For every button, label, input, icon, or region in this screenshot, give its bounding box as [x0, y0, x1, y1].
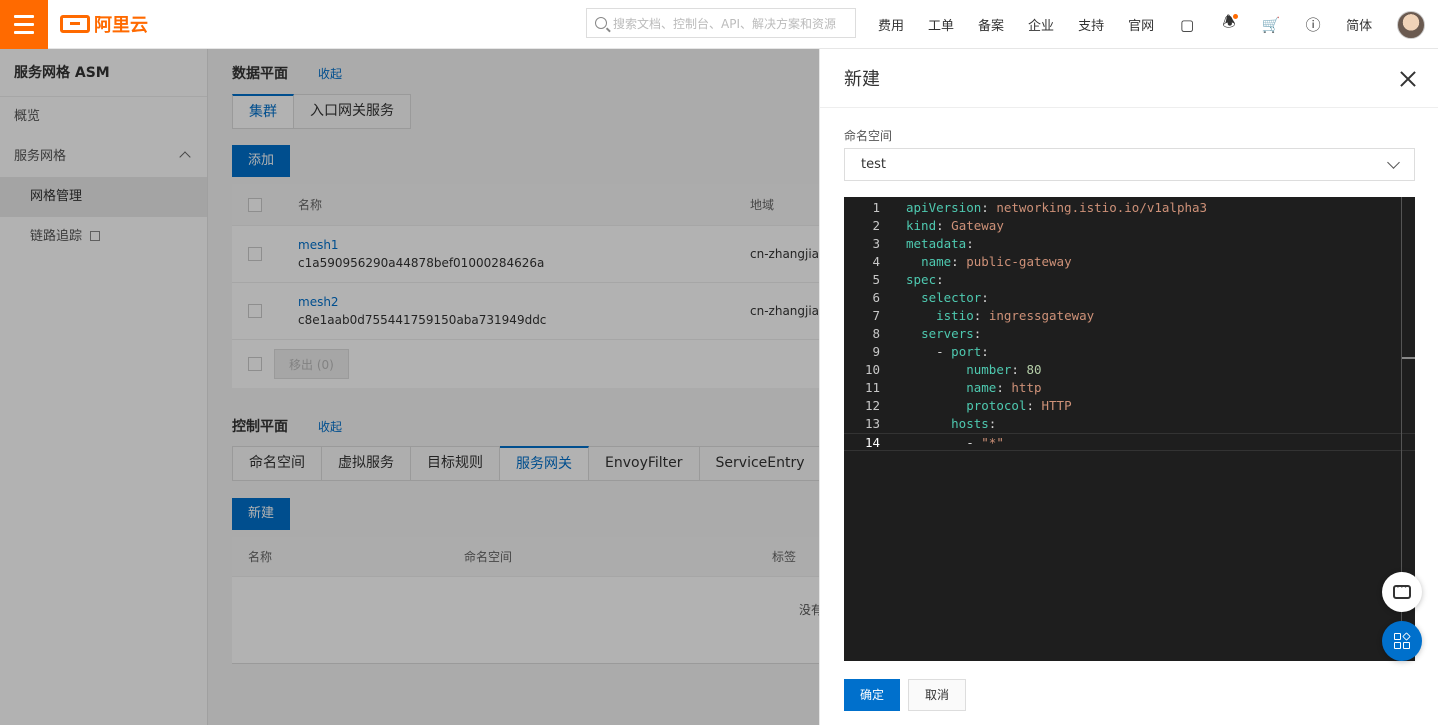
terminal-icon[interactable]: ▢	[1166, 0, 1208, 49]
search-icon	[595, 17, 607, 29]
code-text: - "*"	[966, 435, 1004, 450]
code-text: hosts:	[951, 416, 997, 431]
line-number: 8	[872, 326, 880, 341]
confirm-button[interactable]: 确定	[844, 679, 901, 711]
cart-icon[interactable]: 🛒	[1250, 0, 1292, 49]
code-text: servers:	[921, 326, 982, 341]
chevron-down-icon	[1387, 156, 1400, 169]
logo-text: 阿里云	[94, 15, 148, 36]
nav-fees[interactable]: 费用	[866, 15, 916, 34]
line-number: 5	[872, 272, 880, 287]
namespace-label: 命名空间	[844, 129, 893, 143]
code-text: apiVersion: networking.istio.io/v1alpha3	[906, 200, 1208, 215]
code-text: spec:	[906, 272, 944, 287]
line-number: 6	[872, 290, 880, 305]
logo-mark-icon	[60, 15, 90, 33]
chat-icon	[1393, 580, 1411, 599]
top-bar: 阿里云 搜索文档、控制台、API、解决方案和资源 费用 工单 备案 企业 支持 …	[0, 0, 1438, 49]
drawer-title: 新建	[844, 69, 880, 90]
code-text: istio: ingressgateway	[936, 308, 1095, 323]
code-line[interactable]: 9 - port:	[844, 343, 1415, 361]
search-placeholder: 搜索文档、控制台、API、解决方案和资源	[613, 16, 836, 31]
line-number: 3	[872, 236, 880, 251]
language-switch[interactable]: 简体	[1334, 15, 1384, 34]
line-number: 11	[864, 380, 880, 395]
code-text: metadata:	[906, 236, 974, 251]
create-drawer: 新建 命名空间 test 1 apiVersion: networking.ist…	[819, 49, 1438, 725]
code-line[interactable]: 5 spec:	[844, 271, 1415, 289]
code-line[interactable]: 14 - "*"	[844, 433, 1415, 451]
notification-dot	[1233, 14, 1239, 19]
line-number: 10	[864, 362, 880, 377]
code-line[interactable]: 4 name: public-gateway	[844, 253, 1415, 271]
modal-overlay[interactable]	[0, 49, 819, 725]
editor-scroll-marker	[1402, 357, 1415, 359]
line-number: 2	[872, 218, 880, 233]
code-line[interactable]: 12 protocol: HTTP	[844, 397, 1415, 415]
line-number: 9	[872, 344, 880, 359]
code-line[interactable]: 13 hosts:	[844, 415, 1415, 433]
line-number: 4	[872, 254, 880, 269]
apps-icon	[1394, 632, 1411, 649]
code-text: selector:	[921, 290, 989, 305]
code-line[interactable]: 1 apiVersion: networking.istio.io/v1alpha…	[844, 199, 1415, 217]
line-number: 1	[872, 200, 880, 215]
search-input[interactable]: 搜索文档、控制台、API、解决方案和资源	[586, 8, 856, 38]
line-number: 7	[872, 308, 880, 323]
code-text: number: 80	[966, 362, 1042, 377]
drawer-header: 新建	[820, 49, 1438, 108]
nav-icp[interactable]: 备案	[966, 15, 1016, 34]
namespace-value: test	[861, 157, 886, 172]
code-text: name: http	[966, 380, 1042, 395]
nav-tickets[interactable]: 工单	[916, 15, 966, 34]
code-line[interactable]: 11 name: http	[844, 379, 1415, 397]
nav-website[interactable]: 官网	[1116, 15, 1166, 34]
code-line[interactable]: 2 kind: Gateway	[844, 217, 1415, 235]
chat-button[interactable]	[1382, 572, 1422, 612]
code-line[interactable]: 3 metadata:	[844, 235, 1415, 253]
drawer-footer: 确定 取消	[844, 679, 967, 711]
code-text: name: public-gateway	[921, 254, 1072, 269]
code-line[interactable]: 7 istio: ingressgateway	[844, 307, 1415, 325]
code-text: protocol: HTTP	[966, 398, 1072, 413]
code-text: kind: Gateway	[906, 218, 1004, 233]
bell-icon[interactable]: 🕭	[1208, 0, 1250, 49]
code-line[interactable]: 8 servers:	[844, 325, 1415, 343]
menu-icon[interactable]	[0, 0, 48, 49]
namespace-select[interactable]: test	[844, 148, 1415, 181]
help-icon[interactable]: ⓘ	[1292, 0, 1334, 49]
nav-support[interactable]: 支持	[1066, 15, 1116, 34]
top-nav: 费用 工单 备案 企业 支持 官网 ▢ 🕭 🛒 ⓘ 简体	[866, 0, 1384, 49]
line-number: 13	[864, 416, 880, 431]
avatar[interactable]	[1397, 11, 1425, 39]
line-number: 14	[864, 435, 880, 450]
code-text: - port:	[936, 344, 989, 359]
cancel-button[interactable]: 取消	[908, 679, 967, 711]
line-number: 12	[864, 398, 880, 413]
close-icon[interactable]	[1400, 71, 1416, 87]
apps-button[interactable]	[1382, 621, 1422, 661]
nav-enterprise[interactable]: 企业	[1016, 15, 1066, 34]
logo[interactable]: 阿里云	[60, 11, 148, 37]
code-line[interactable]: 6 selector:	[844, 289, 1415, 307]
yaml-editor[interactable]: 1 apiVersion: networking.istio.io/v1alpha…	[844, 197, 1415, 661]
code-line[interactable]: 10 number: 80	[844, 361, 1415, 379]
